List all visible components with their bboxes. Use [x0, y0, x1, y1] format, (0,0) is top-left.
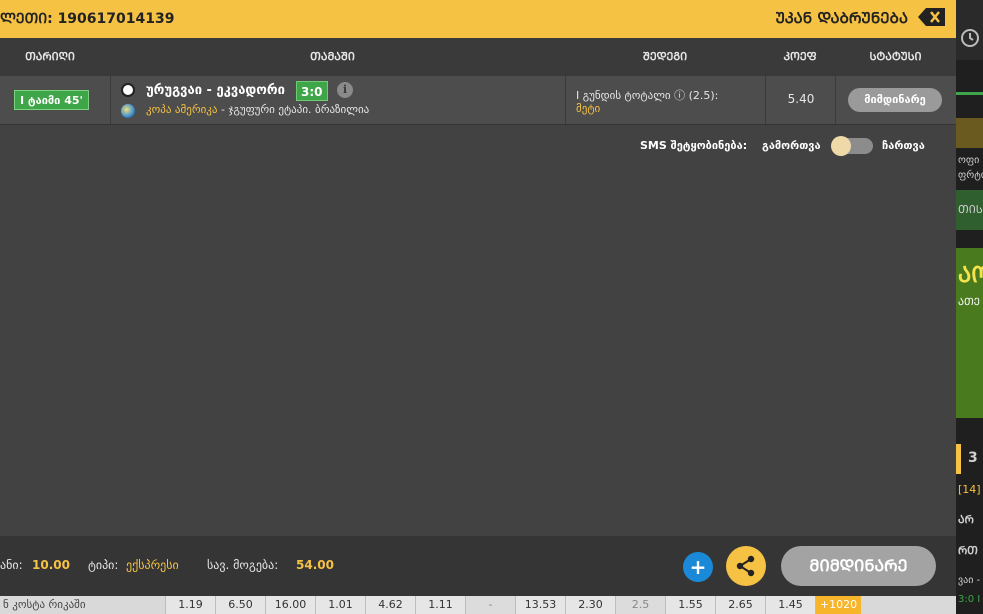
payout-value: 54.00: [296, 558, 334, 572]
odds-cell[interactable]: 16.00: [265, 596, 315, 614]
odds-cell[interactable]: 1.19: [165, 596, 215, 614]
sms-label: SMS შეტყობინება:: [640, 139, 748, 152]
tournament-icon: [121, 104, 135, 118]
stake-label: ანი:: [0, 558, 23, 572]
odds-cell[interactable]: 1.45: [765, 596, 815, 614]
add-button[interactable]: +: [683, 552, 713, 582]
coefficient: 5.40: [787, 92, 815, 106]
match-score: 3:0: [296, 81, 328, 101]
modal-header: ᲚᲔᲗᲘ: 190617014139 ᲣᲙᲐᲜ ᲓᲐᲑᲠᲣᲜᲔᲑᲐ: [0, 0, 956, 38]
back-button[interactable]: ᲣᲙᲐᲜ ᲓᲐᲑᲠᲣᲜᲔᲑᲐ: [776, 8, 908, 28]
bet-type-value: ექსპრესი: [126, 558, 179, 572]
history-icon[interactable]: [956, 26, 983, 52]
share-button[interactable]: [726, 546, 766, 586]
column-status: ᲡᲢᲐᲢᲣᲡᲘ: [869, 50, 922, 63]
odds-cell[interactable]: 6.50: [215, 596, 265, 614]
odds-cell: -: [465, 596, 515, 614]
league-info: კოპა ამერიკა - ჯგუფური ეტაპი. ბრაზილია: [146, 103, 369, 116]
share-icon: [736, 555, 755, 577]
payout-label: სავ. მოგება:: [207, 558, 279, 572]
odds-cell: 2.5: [615, 596, 665, 614]
odds-cell[interactable]: 2.30: [565, 596, 615, 614]
sms-off-label[interactable]: გამორთვა: [762, 139, 821, 152]
soccer-ball-icon: [121, 83, 135, 97]
sms-on-label[interactable]: ჩართვა: [882, 139, 925, 152]
league-stage: - ჯგუფური ეტაპი. ბრაზილია: [217, 103, 370, 116]
odds-cell[interactable]: 1.11: [415, 596, 465, 614]
info-icon[interactable]: i: [337, 82, 353, 98]
column-coef: ᲙᲝᲔᲤ: [783, 50, 817, 63]
market-name: I გუნდის ტოტალი ⓘ (2.5):: [576, 89, 719, 102]
odds-cell[interactable]: 4.62: [365, 596, 415, 614]
ticket-id: ᲚᲔᲗᲘ: 190617014139: [0, 11, 175, 27]
stake-value: 10.00: [32, 558, 70, 572]
column-date: ᲗᲐᲠᲘᲦᲘ: [25, 50, 75, 63]
column-game: ᲗᲐᲛᲐᲨᲘ: [310, 50, 355, 63]
sms-toggle[interactable]: [831, 136, 873, 156]
market-pick: მეტი: [576, 102, 601, 115]
column-outcome: ᲨᲔᲓᲔᲒᲘ: [642, 50, 688, 63]
more-markets-button[interactable]: +1020: [815, 596, 861, 614]
background-page: ოფი ფრტო ᲗᲘᲡ ᲐᲝ ᲐᲗᲔ 3 [14] ᲐᲠ ᲠᲗ ვაი - 3…: [956, 0, 983, 614]
table-header: ᲗᲐᲠᲘᲦᲘ ᲗᲐᲛᲐᲨᲘ ᲨᲔᲓᲔᲒᲘ ᲙᲝᲔᲤ ᲡᲢᲐᲢᲣᲡᲘ: [0, 38, 956, 76]
status-button[interactable]: ᲛᲘᲛᲓᲘᲜᲐᲠᲔ: [781, 546, 936, 586]
backspace-close-icon[interactable]: [918, 7, 946, 27]
odds-cell[interactable]: 1.01: [315, 596, 365, 614]
odds-cell[interactable]: 1.55: [665, 596, 715, 614]
status-badge: მიმდინარე: [848, 88, 942, 112]
odds-cell[interactable]: 2.65: [715, 596, 765, 614]
live-period-badge: I ტაიმი 45': [14, 90, 89, 110]
background-odds-row: ნ კოსტა რიკაში 1.19 6.50 16.00 1.01 4.62…: [0, 596, 956, 614]
bet-details-modal: ᲚᲔᲗᲘ: 190617014139 ᲣᲙᲐᲜ ᲓᲐᲑᲠᲣᲜᲔᲑᲐ ᲗᲐᲠᲘᲦᲘ…: [0, 0, 956, 596]
modal-footer: ანი: 10.00 ტიპი: ექსპრესი სავ. მოგება: 5…: [0, 536, 956, 596]
bet-type-label: ტიპი:: [88, 558, 119, 572]
league-name[interactable]: კოპა ამერიკა: [146, 103, 218, 116]
toggle-knob: [831, 136, 851, 156]
screen: ოფი ფრტო ᲗᲘᲡ ᲐᲝ ᲐᲗᲔ 3 [14] ᲐᲠ ᲠᲗ ვაი - 3…: [0, 0, 983, 614]
odds-cell[interactable]: 13.53: [515, 596, 565, 614]
match-teams[interactable]: ურუგვაი - ეკვადორი: [146, 83, 285, 98]
table-row: I ტაიმი 45' ურუგვაი - ეკვადორი 3:0 i კოპ…: [0, 76, 956, 125]
background-match-name: ნ კოსტა რიკაში: [3, 598, 86, 611]
